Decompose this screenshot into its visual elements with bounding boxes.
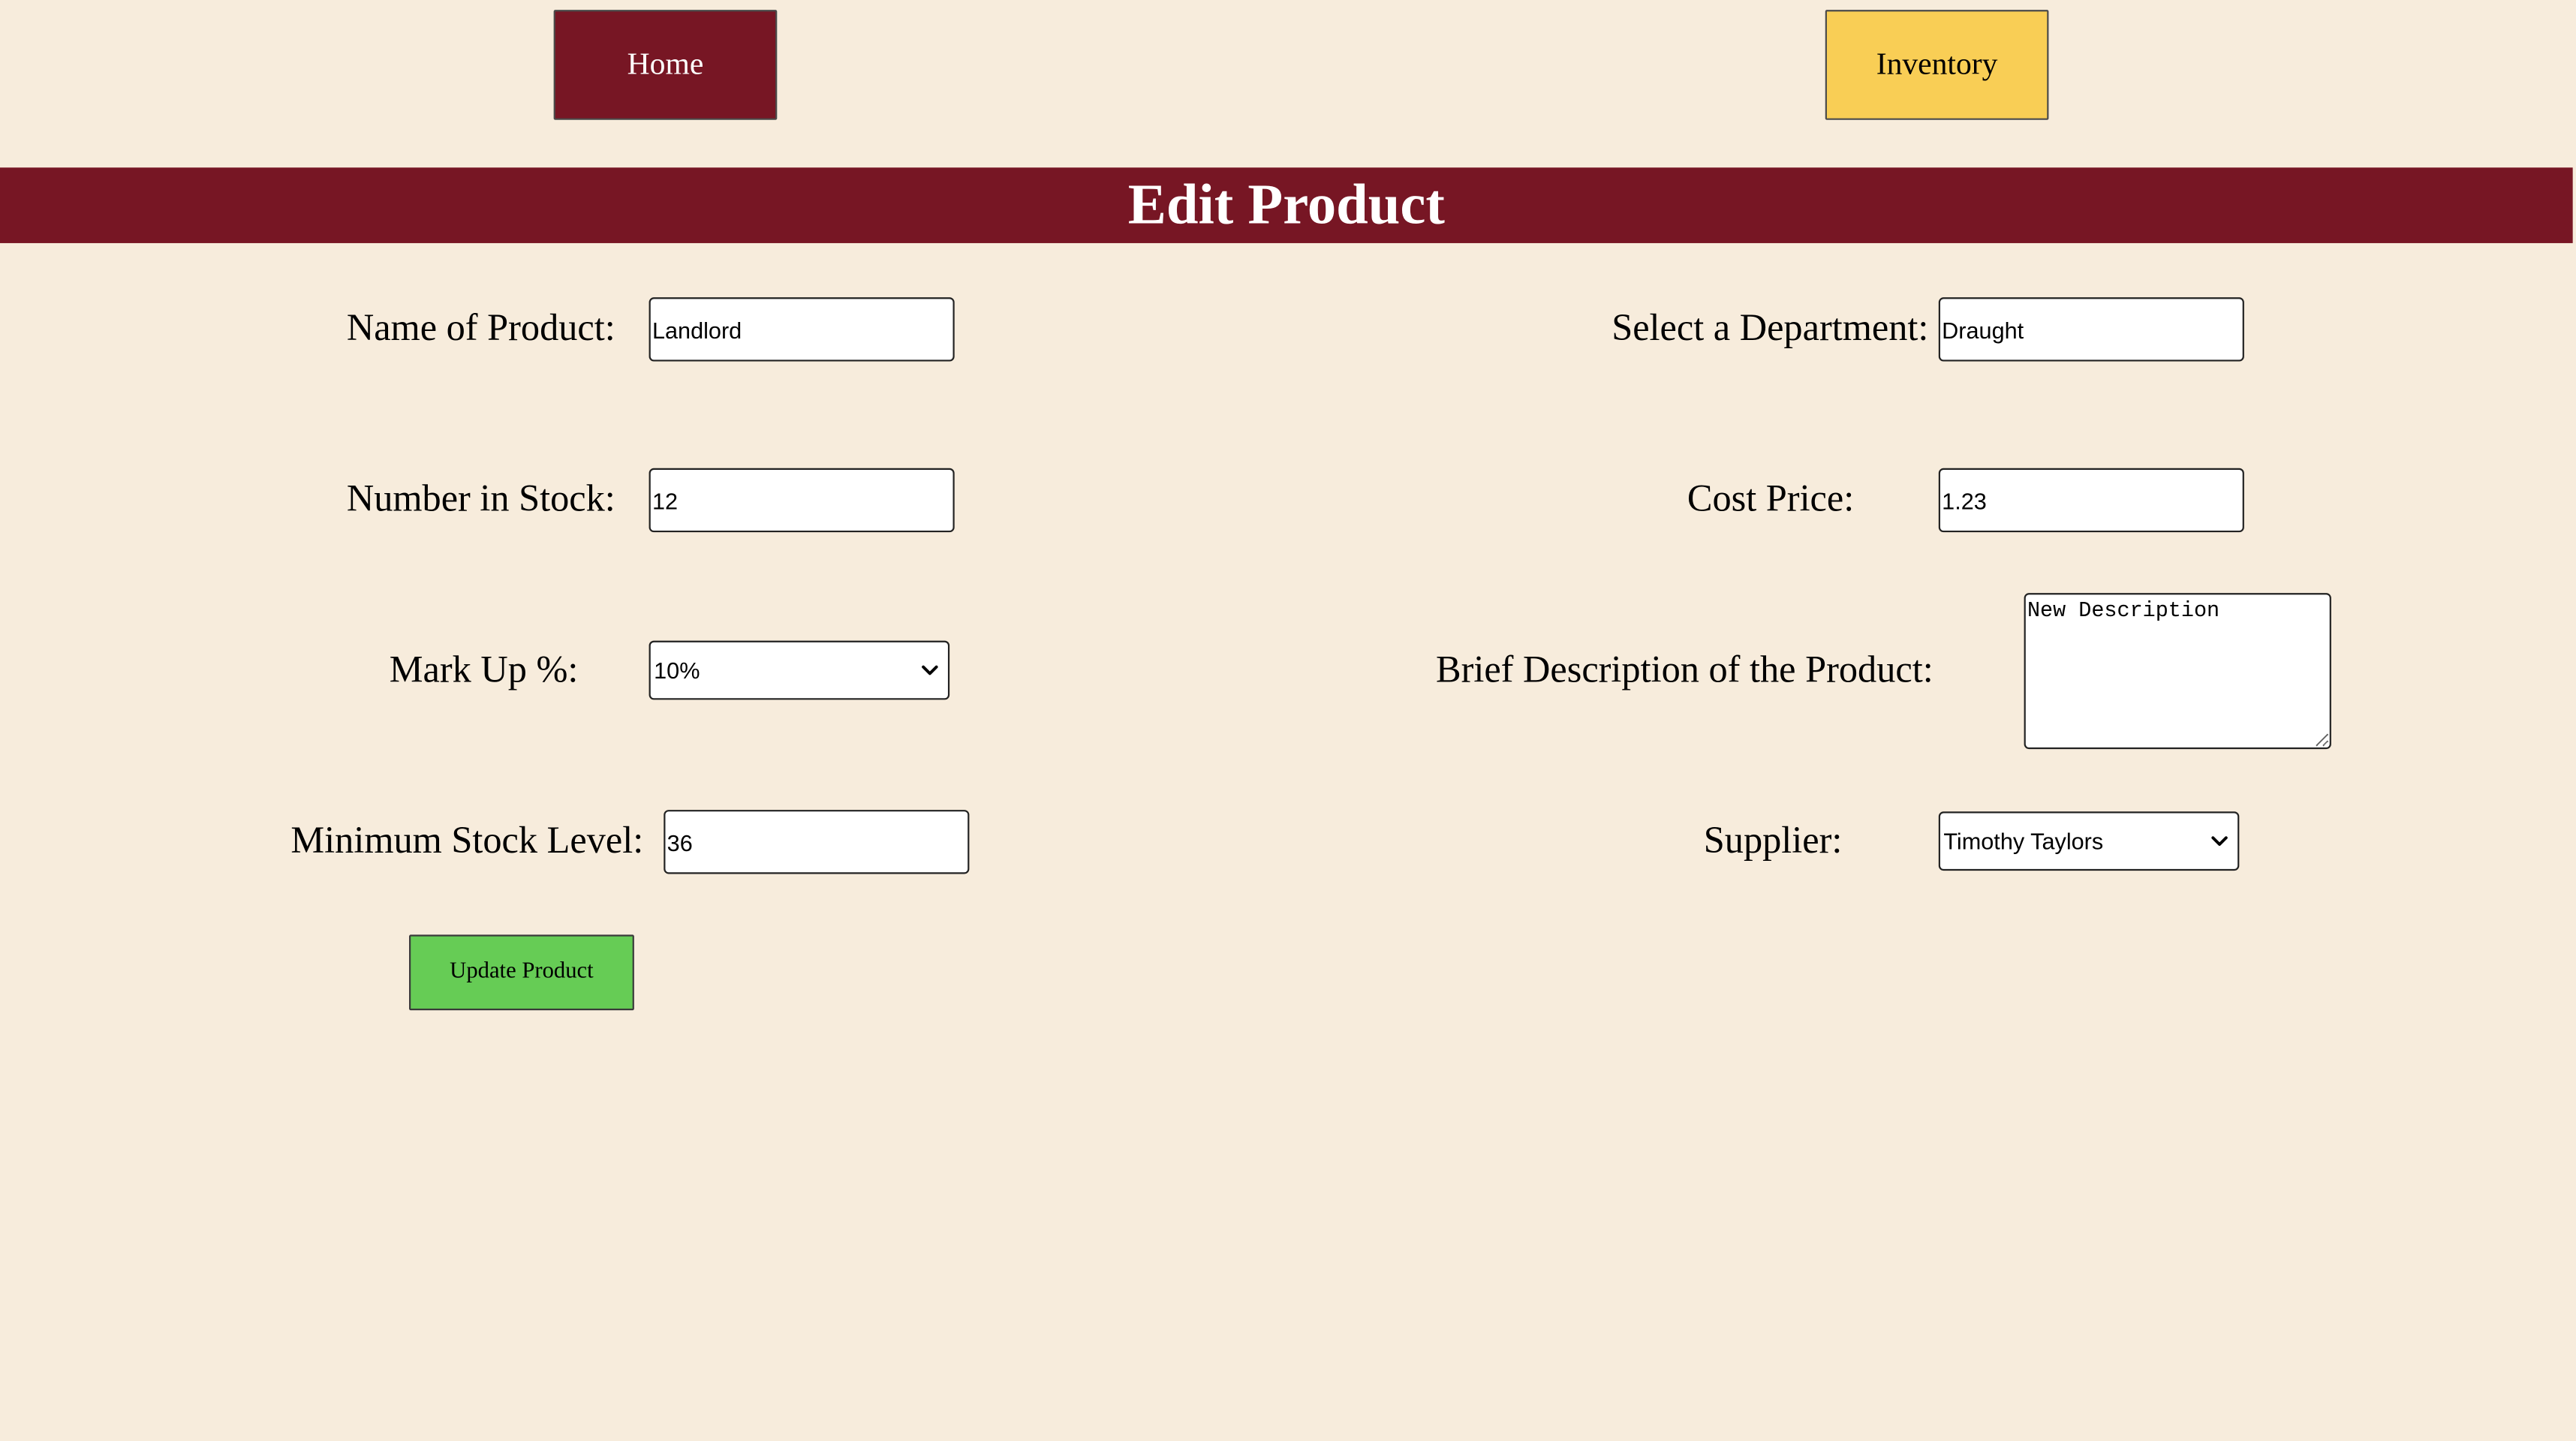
supplier-select[interactable]: Timothy Taylors: [1938, 811, 2240, 871]
inventory-button[interactable]: Inventory: [1825, 10, 2049, 120]
product-name-label: Name of Product:: [346, 307, 615, 349]
markup-selected-value: 10%: [654, 657, 700, 684]
update-product-button[interactable]: Update Product: [409, 934, 634, 1011]
chevron-down-icon: [2211, 836, 2228, 847]
min-stock-label: Minimum Stock Level:: [290, 820, 644, 861]
markup-select[interactable]: 10%: [649, 640, 950, 700]
department-input[interactable]: [1938, 297, 2244, 362]
min-stock-input[interactable]: [664, 810, 970, 874]
page-title-banner: Edit Product: [0, 167, 2573, 243]
description-textarea[interactable]: New Description: [2024, 593, 2331, 750]
chevron-down-icon: [922, 665, 938, 675]
stock-input[interactable]: [649, 468, 955, 533]
home-button[interactable]: Home: [553, 10, 778, 120]
app-root: Home Inventory Edit Product Name of Prod…: [0, 0, 2576, 1441]
description-label: Brief Description of the Product:: [1436, 648, 1934, 690]
product-name-input[interactable]: [649, 297, 955, 362]
supplier-label: Supplier:: [1703, 820, 1843, 861]
page-title: Edit Product: [1127, 172, 1445, 237]
department-label: Select a Department:: [1612, 307, 1929, 349]
stock-label: Number in Stock:: [346, 477, 615, 519]
supplier-selected-value: Timothy Taylors: [1943, 828, 2104, 855]
cost-price-input[interactable]: [1938, 468, 2244, 533]
markup-label: Mark Up %:: [389, 648, 579, 690]
cost-price-label: Cost Price:: [1687, 477, 1855, 519]
